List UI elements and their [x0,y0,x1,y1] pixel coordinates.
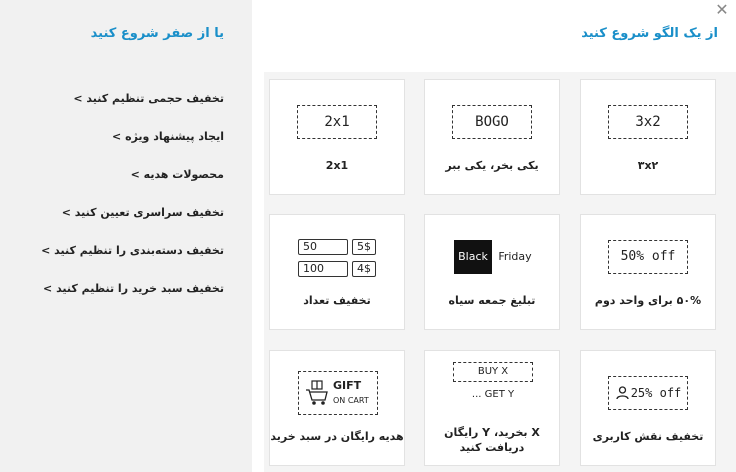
badge-50-off: 50% off [608,240,688,274]
sidebar: یا از صفر شروع کنید تخفیف حجمی تنظیم کنی… [0,0,252,472]
card-label: 2x1 [325,159,349,172]
sidebar-title: یا از صفر شروع کنید [90,26,224,41]
gift-cart-icon [306,380,328,405]
templates-title: از یک الگو شروع کنید [581,26,718,41]
badge-2x1: 2x1 [297,105,377,139]
cart-discount-link[interactable]: تخفیف سبد خرید را تنظیم کنید > [43,282,224,295]
black-badge: Black [454,240,492,274]
template-card-quantity-discount[interactable]: 50 5$ 100 4$ تخفیف تعداد [269,214,405,330]
card-label: ۵۰% برای واحد دوم [594,294,702,307]
template-card-buy-x-get-y[interactable]: BUY X ... GET Y X بخرید، Y رایگان دریافت… [424,350,560,466]
gift-text: GIFT [333,379,362,392]
card-label: یکی بخر، یکی ببر [445,159,539,172]
template-card-free-gift-cart[interactable]: GIFT ON CART هدیه رایگان در سبد خرید [269,350,405,466]
badge-3x2: 3x2 [608,105,688,139]
category-discount-link[interactable]: تخفیف دسته‌بندی را تنظیم کنید > [41,244,224,257]
global-discount-link[interactable]: تخفیف سراسری تعیین کنید > [62,206,224,219]
gift-products-link[interactable]: محصولات هدیه > [131,168,224,181]
close-icon[interactable]: ✕ [714,2,730,18]
friday-text: Friday [498,250,532,263]
card-label: تخفیف نقش کاربری [592,430,704,443]
buy-x-ticket: BUY X [453,362,533,382]
on-cart-text: ON CART [333,396,369,405]
template-card-3x2[interactable]: 3x2 ۳x۲ [580,79,716,195]
quantity-box: 100 [298,261,348,277]
badge-25-off-text: 25% off [630,386,682,400]
template-card-2x1[interactable]: 2x1 2x1 [269,79,405,195]
user-icon [616,386,629,400]
template-card-bogo[interactable]: BOGO یکی بخر، یکی ببر [424,79,560,195]
special-offer-link[interactable]: ایجاد پیشنهاد ویژه > [112,130,224,143]
quantity-box: 50 [298,239,348,255]
card-label: هدیه رایگان در سبد خرید [270,430,404,443]
badge-bogo: BOGO [452,105,532,139]
volume-discount-link[interactable]: تخفیف حجمی تنظیم کنید > [73,92,224,105]
template-card-user-role[interactable]: 25% off تخفیف نقش کاربری [580,350,716,466]
gift-badge: GIFT ON CART [298,371,378,415]
card-label: X بخرید، Y رایگان دریافت کنید [444,426,540,454]
price-box: 4$ [352,261,376,277]
card-label: تبلیغ جمعه سیاه [448,294,536,307]
price-box: 5$ [352,239,376,255]
card-label: ۳x۲ [637,159,659,172]
get-y-text: ... GET Y [471,389,515,400]
card-label: تخفیف تعداد [303,294,371,307]
template-card-black-friday[interactable]: Black Friday تبلیغ جمعه سیاه [424,214,560,330]
template-card-50-second-unit[interactable]: 50% off ۵۰% برای واحد دوم [580,214,716,330]
badge-25-off: 25% off [608,376,688,410]
